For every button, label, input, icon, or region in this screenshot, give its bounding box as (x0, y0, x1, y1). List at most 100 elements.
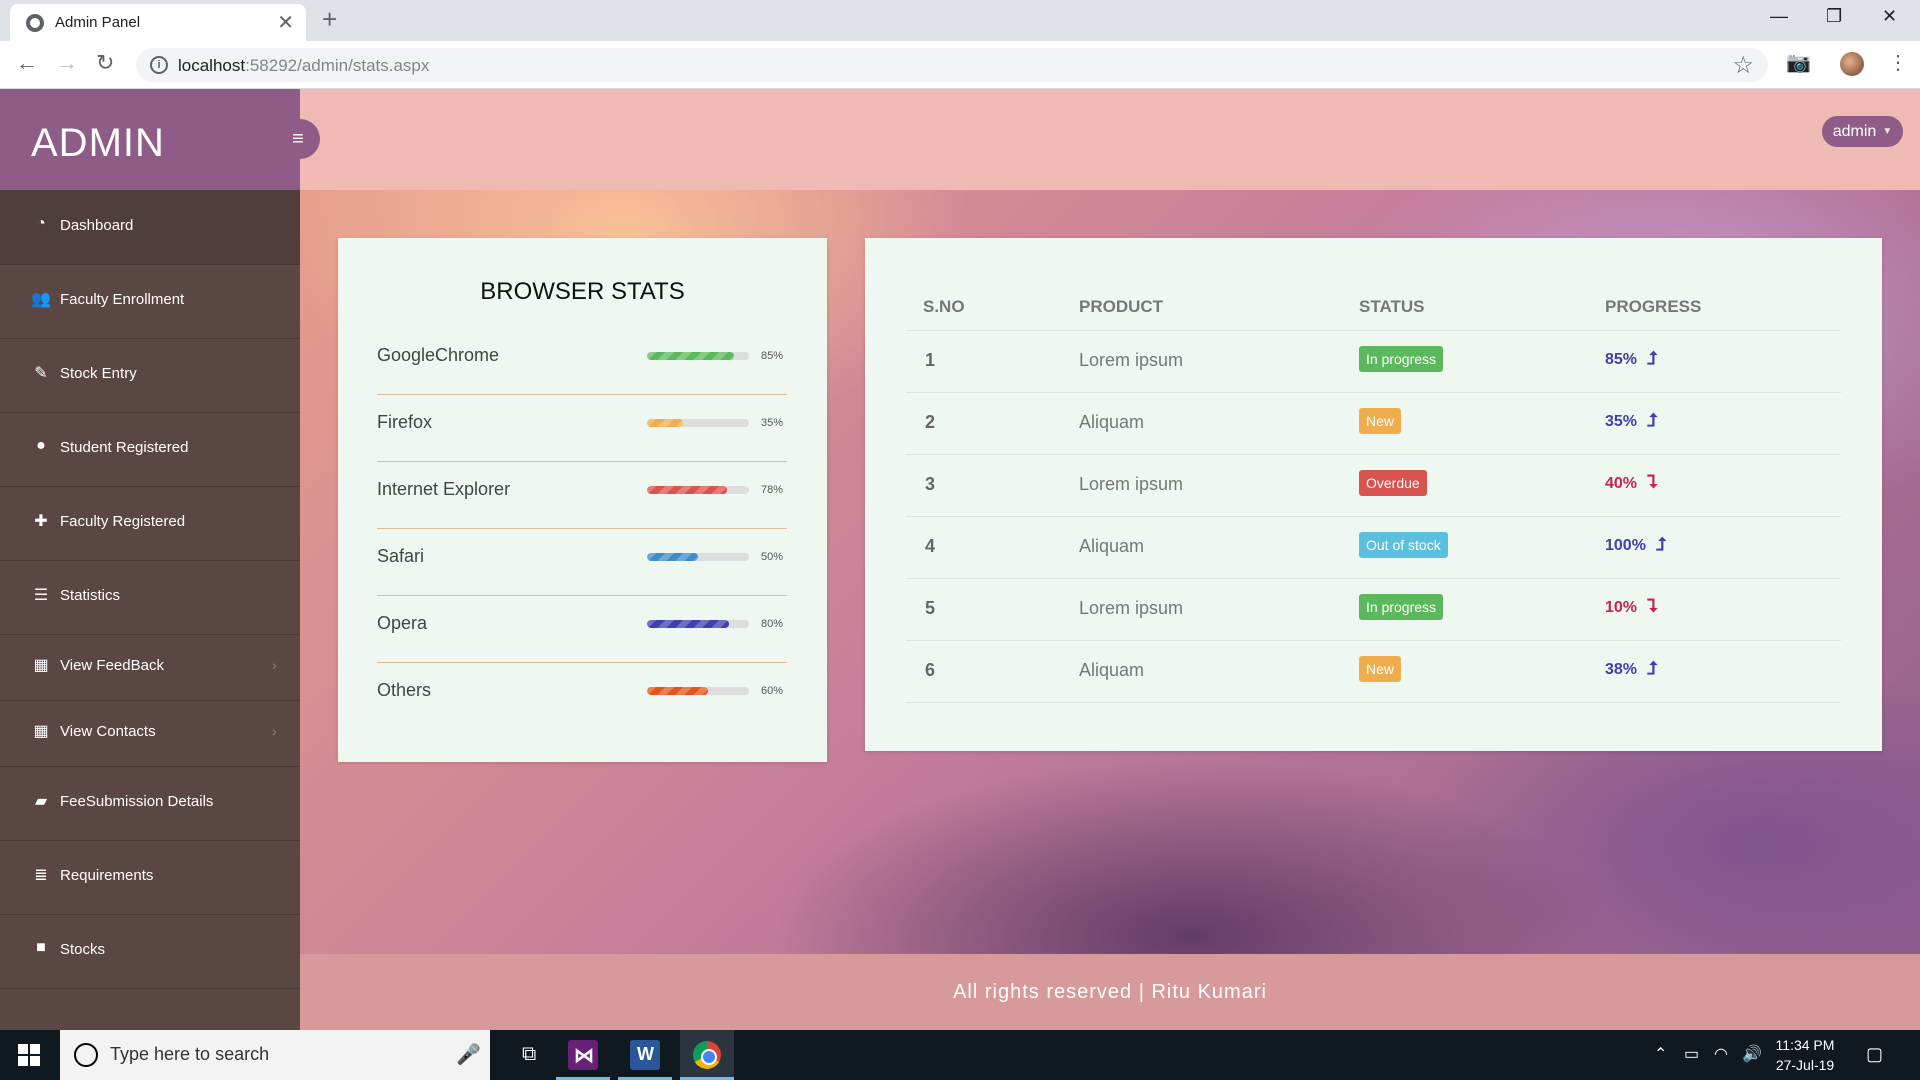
chevron-right-icon: › (272, 723, 277, 739)
brand-logo[interactable]: ADMIN (31, 121, 165, 166)
sidebar-item-faculty-enrollment[interactable]: 👥 Faculty Enrollment (0, 264, 300, 339)
close-window-icon[interactable]: ✕ (1882, 6, 1897, 27)
cell-progress: 85% ⮥ (1605, 348, 1658, 369)
table-row: 4 Aliquam Out of stock 100% ⮥ (906, 516, 1841, 579)
close-tab-icon[interactable]: ✕ (277, 10, 294, 35)
browser-tab-bar: Admin Panel ✕ + — ❐ ✕ (0, 0, 1920, 41)
task-view-icon[interactable]: ⧉ (506, 1030, 560, 1080)
taskbar-clock[interactable]: 11:34 PM 27-Jul-19 (1770, 1035, 1840, 1075)
users-icon: 👥 (31, 291, 51, 308)
tasks-icon: ≣ (34, 867, 48, 884)
sidebar-item-dashboard[interactable]: ◔ Dashboard (0, 190, 300, 265)
info-icon[interactable]: i (150, 56, 168, 74)
restore-icon[interactable]: ❐ (1826, 6, 1842, 27)
progress-value: 100% (1605, 537, 1646, 554)
trend-down-icon: ⮧ (1647, 472, 1658, 492)
hamburger-menu-icon[interactable]: ≡ (276, 119, 320, 159)
sidebar-item-student-registered[interactable]: ● Student Registered (0, 412, 300, 487)
products-table-card: S.NO PRODUCT STATUS PROGRESS 1 Lorem ips… (865, 238, 1882, 751)
list-icon: ☰ (33, 587, 49, 604)
column-header-product: PRODUCT (1079, 297, 1164, 316)
browser-tab[interactable]: Admin Panel ✕ (10, 4, 306, 41)
cell-progress: 38% ⮥ (1605, 658, 1658, 679)
sidebar-item-faculty-registered[interactable]: ✚ Faculty Registered (0, 486, 300, 561)
cell-sno: 3 (925, 474, 936, 494)
main-content: admin ▼ BROWSER STATS GoogleChrome 85% Fi… (300, 89, 1920, 1030)
cell-sno: 5 (925, 598, 936, 618)
browser-name: GoogleChrome (377, 345, 500, 365)
progress-value: 85% (1605, 351, 1638, 368)
status-badge: New (1359, 408, 1402, 434)
sidebar-item-view-contacts[interactable]: ▦ View Contacts › (0, 700, 300, 767)
sidebar-item-label: Faculty Registered (60, 513, 186, 530)
chevron-right-icon: › (272, 657, 277, 673)
sidebar-item-stocks[interactable]: ■ Stocks (0, 914, 300, 989)
taskbar-search-box[interactable]: Type here to search 🎤 (60, 1030, 490, 1080)
table-header: S.NO PRODUCT STATUS PROGRESS (906, 278, 1841, 331)
status-badge: New (1359, 656, 1402, 682)
table-row: 1 Lorem ipsum In progress 85% ⮥ (906, 330, 1841, 393)
address-bar[interactable]: i localhost:58292/admin/stats.aspx ☆ (136, 48, 1768, 82)
wifi-icon[interactable]: ◠ (1714, 1044, 1728, 1064)
new-tab-icon[interactable]: + (322, 4, 337, 35)
windows-start-icon[interactable] (18, 1044, 40, 1066)
chrome-icon[interactable] (680, 1030, 734, 1080)
trend-up-icon: ⮥ (1655, 534, 1667, 554)
volume-icon[interactable]: 🔊 (1742, 1044, 1762, 1064)
browser-stat-row: Firefox 35% (377, 395, 787, 462)
progress-bar (647, 486, 749, 494)
sidebar-item-label: Statistics (60, 587, 121, 604)
user-dropdown-button[interactable]: admin ▼ (1822, 116, 1903, 147)
visual-studio-icon[interactable]: ⋈ (556, 1030, 610, 1080)
sidebar-item-stock-entry[interactable]: ✎ Stock Entry (0, 338, 300, 413)
admin-page: ADMIN ◔ Dashboard 👥 Faculty Enrollment ✎… (0, 89, 1920, 1030)
globe-icon (26, 14, 44, 32)
sidebar-item-view-feedback[interactable]: ▦ View FeedBack › (0, 634, 300, 701)
word-icon[interactable]: W (618, 1030, 672, 1080)
edit-icon: ✎ (34, 365, 48, 382)
sidebar-item-statistics[interactable]: ☰ Statistics (0, 560, 300, 635)
minimize-icon[interactable]: — (1770, 6, 1788, 27)
browser-name: Firefox (377, 412, 433, 432)
url-host: localhost (178, 56, 246, 75)
battery-icon[interactable]: ▭ (1684, 1044, 1699, 1064)
sidebar-item-requirements[interactable]: ≣ Requirements (0, 840, 300, 915)
cortana-icon (74, 1043, 98, 1067)
forward-icon[interactable]: → (56, 50, 78, 76)
sidebar-item-label: Faculty Enrollment (60, 291, 185, 308)
briefcase-icon: ■ (36, 939, 46, 956)
browser-stat-row: GoogleChrome 85% (377, 328, 787, 395)
progress-fill (647, 419, 683, 427)
sidebar-item-feesubmission-details[interactable]: ▰ FeeSubmission Details (0, 766, 300, 841)
back-icon[interactable]: ← (16, 50, 38, 76)
sidebar-item-label: Dashboard (60, 217, 134, 234)
bookmark-star-icon[interactable]: ☆ (1732, 51, 1754, 80)
dashboard-icon: ◔ (36, 215, 46, 232)
grid-icon: ▦ (33, 723, 49, 740)
search-placeholder: Type here to search (110, 1044, 270, 1064)
cell-product: Aliquam (1079, 660, 1145, 680)
cell-product: Lorem ipsum (1079, 598, 1184, 618)
chevron-up-icon[interactable]: ⌃ (1654, 1044, 1667, 1064)
url-path: :58292/admin/stats.aspx (245, 56, 430, 75)
progress-value: 38% (1605, 661, 1638, 678)
browser-stats-card: BROWSER STATS GoogleChrome 85% Firefox 3… (338, 238, 827, 762)
progress-bar (647, 687, 749, 695)
sidebar-item-label: FeeSubmission Details (60, 793, 214, 810)
progress-value: 35% (1605, 413, 1638, 430)
cell-product: Lorem ipsum (1079, 350, 1184, 370)
notifications-icon[interactable]: ▢ (1866, 1044, 1883, 1065)
microphone-icon[interactable]: 🎤 (456, 1042, 481, 1067)
browser-stat-row: Internet Explorer 78% (377, 462, 787, 529)
status-badge: In progress (1359, 346, 1444, 372)
menu-kebab-icon[interactable]: ⋮ (1888, 50, 1908, 75)
trend-up-icon: ⮥ (1647, 348, 1658, 368)
browser-name: Internet Explorer (377, 479, 511, 499)
profile-avatar[interactable] (1840, 52, 1864, 76)
browser-percent: 35% (761, 417, 784, 429)
camera-icon[interactable]: 📷 (1786, 50, 1811, 75)
brand-area: ADMIN (0, 89, 300, 190)
sidebar-item-label: Requirements (60, 867, 154, 884)
reload-icon[interactable]: ↻ (96, 50, 114, 76)
url-text[interactable]: localhost:58292/admin/stats.aspx (178, 56, 429, 76)
